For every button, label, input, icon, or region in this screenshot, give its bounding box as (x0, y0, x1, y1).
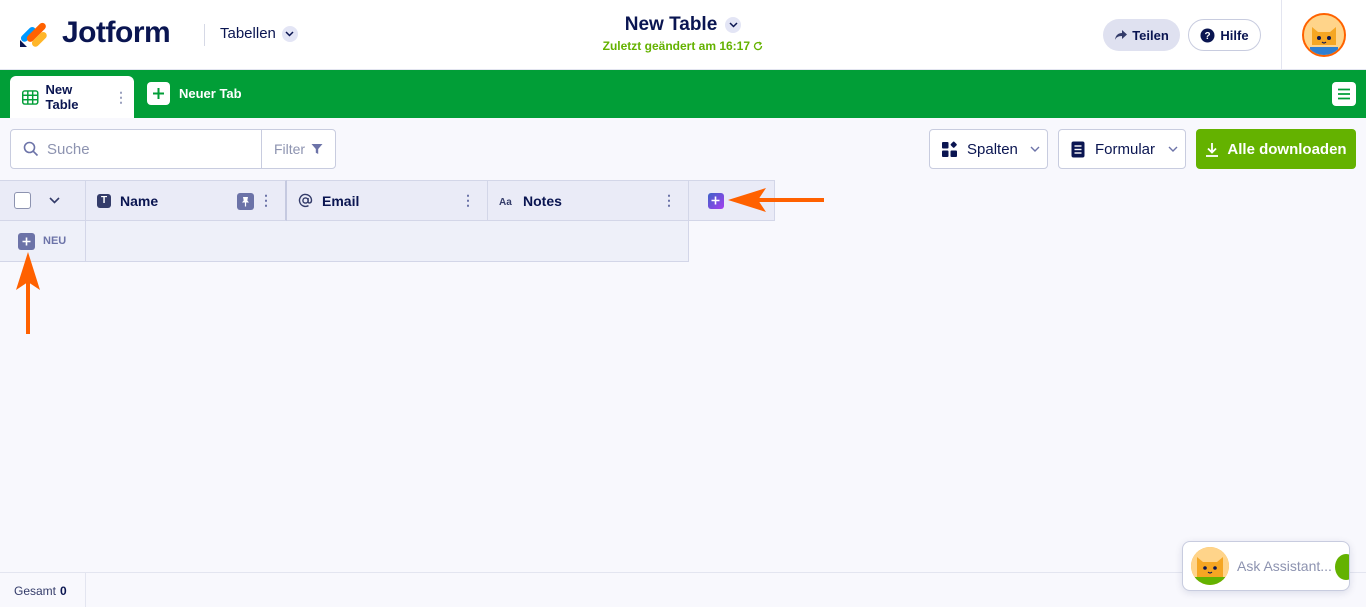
filter-label: Filter (273, 141, 306, 157)
header-vertical-divider (1281, 0, 1282, 70)
share-button[interactable]: Teilen (1103, 19, 1180, 51)
tab-new-table[interactable]: New Table ⋮ (10, 76, 134, 118)
empty-row-cells[interactable] (86, 221, 689, 262)
assistant-accent (1335, 554, 1349, 580)
chevron-down-icon[interactable] (49, 197, 60, 204)
user-avatar[interactable] (1302, 13, 1346, 57)
help-icon: ? (1200, 28, 1215, 42)
total-label: Gesamt (14, 583, 57, 598)
ask-assistant-label: Ask Assistant... (1237, 558, 1332, 574)
download-all-button[interactable]: Alle downloaden (1196, 129, 1356, 169)
top-header: Jotform Tabellen New Table Zuletzt geänd… (0, 0, 1366, 70)
column-header-label: Notes (523, 192, 562, 209)
select-all-checkbox[interactable] (14, 192, 31, 209)
svg-text:?: ? (1205, 31, 1211, 42)
share-button-label: Teilen (1132, 27, 1169, 43)
tab-bar: New Table ⋮ Neuer Tab (0, 70, 1366, 118)
column-header-name[interactable]: T Name ⋮ (86, 180, 287, 221)
column-header-notes[interactable]: Aa Notes ⋮ (488, 180, 689, 221)
form-button-label: Formular (1095, 140, 1156, 158)
new-row: NEU (0, 221, 689, 262)
refresh-icon (754, 41, 763, 51)
annotation-arrow-left-icon (728, 188, 824, 212)
long-text-icon: Aa (499, 197, 512, 207)
add-row-label: NEU (43, 235, 67, 247)
pin-icon[interactable] (237, 193, 254, 210)
filter-funnel-icon (311, 144, 323, 154)
new-tab-button[interactable]: Neuer Tab (147, 82, 242, 105)
tab-label: New Table (45, 82, 79, 112)
page-title: New Table (624, 14, 718, 35)
last-modified-text: Zuletzt geändert am 16:17 (602, 39, 751, 53)
select-all-cell (0, 180, 86, 221)
assistant-avatar-icon (1191, 547, 1229, 585)
column-header-label: Email (322, 192, 360, 209)
plus-icon (18, 232, 35, 250)
total-count: Gesamt 0 (0, 573, 86, 607)
column-header-email[interactable]: Email ⋮ (287, 180, 488, 221)
table-title-dropdown[interactable]: New Table (625, 14, 742, 36)
column-options-icon[interactable]: ⋮ (662, 193, 676, 207)
share-arrow-icon (1115, 30, 1128, 40)
search-icon (23, 141, 39, 157)
chevron-down-icon (1168, 146, 1178, 152)
column-header-label: Name (120, 192, 159, 209)
new-tab-label: Neuer Tab (179, 86, 242, 101)
ask-assistant-button[interactable]: Ask Assistant... (1182, 541, 1350, 591)
help-button-label: Hilfe (1220, 27, 1249, 43)
hamburger-icon (1338, 88, 1350, 100)
plus-icon (711, 196, 720, 205)
columns-widget-icon (942, 141, 957, 157)
form-button[interactable]: Formular (1058, 129, 1186, 169)
table-grid-icon (22, 89, 39, 105)
columns-button-label: Spalten (967, 140, 1018, 158)
filter-button[interactable]: Filter (261, 130, 335, 168)
column-options-icon[interactable]: ⋮ (461, 193, 475, 207)
add-column-button[interactable] (707, 192, 724, 209)
text-type-icon: T (97, 193, 111, 208)
download-all-label: Alle downloaden (1227, 140, 1347, 158)
search-input[interactable] (47, 130, 261, 168)
menu-button[interactable] (1332, 82, 1356, 106)
form-document-icon (1071, 141, 1085, 157)
table-header-row: T Name ⋮ Email ⋮ Aa Notes ⋮ (0, 180, 775, 221)
search-box: Filter (10, 129, 336, 169)
help-button[interactable]: ? Hilfe (1188, 19, 1261, 51)
tab-options-icon[interactable]: ⋮ (114, 90, 128, 104)
at-icon (298, 193, 313, 208)
cat-avatar-icon (1304, 15, 1344, 55)
plus-icon (147, 82, 170, 105)
table-footer: Gesamt 0 (0, 572, 1366, 607)
download-icon (1206, 142, 1219, 157)
chevron-down-icon (725, 17, 742, 33)
total-value: 0 (60, 583, 67, 598)
svg-text:Aa: Aa (499, 197, 512, 207)
chevron-down-icon (1030, 146, 1040, 152)
annotation-arrow-up-icon (16, 252, 40, 334)
column-options-icon[interactable]: ⋮ (259, 193, 273, 207)
columns-button[interactable]: Spalten (929, 129, 1048, 169)
